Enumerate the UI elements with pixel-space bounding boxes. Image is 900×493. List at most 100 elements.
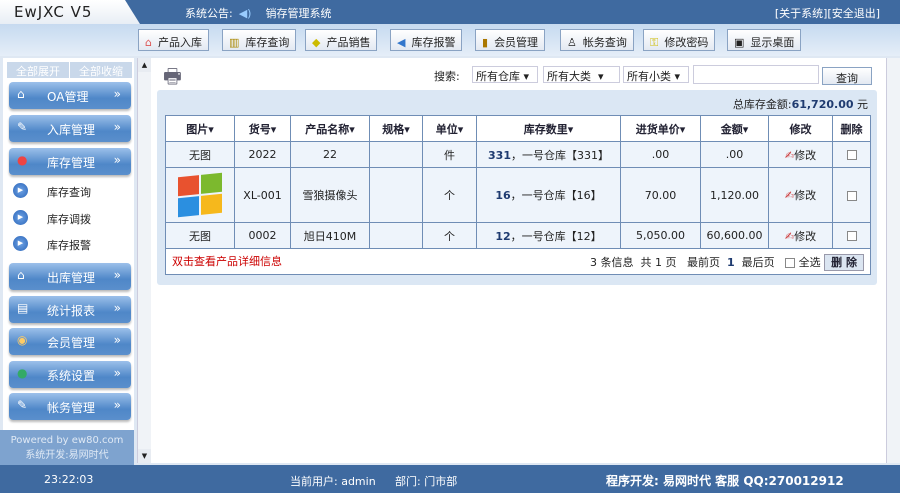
scroll-up-icon[interactable]: ▲ [138, 58, 151, 72]
cell-sku: XL-001 [234, 167, 291, 223]
col-sku[interactable]: 货号▾ [234, 115, 291, 142]
logout-link[interactable]: [安全退出] [827, 7, 880, 20]
powered-by: Powered by ew80.com [10, 435, 124, 446]
edit-link[interactable]: ✍修改 [768, 141, 833, 168]
collapse-all-button[interactable]: 全部收缩 [70, 62, 132, 78]
select-all-checkbox[interactable] [785, 258, 796, 268]
submenu-stock-transfer[interactable]: ▶ 库存调拨 [13, 208, 131, 228]
edit-link[interactable]: ✍修改 [768, 222, 833, 249]
table-row[interactable]: XL-001 雪狼摄像头个 16，一号仓库【16】 70.00 1,120.00 ✍修… [165, 167, 871, 223]
submenu-stock-query[interactable]: ▶ 库存查询 [13, 181, 131, 201]
submenu-label: 库存报警 [47, 239, 91, 252]
tb-desktop[interactable]: ▣ 显示桌面 [727, 29, 802, 51]
logo: EwJXC V5 [0, 0, 140, 24]
current-page[interactable]: 1 [727, 256, 735, 269]
col-delete: 删除 [832, 115, 871, 142]
table-row[interactable]: 无图 0002 旭日410M 个 12，一号仓库【12】 5,050.00 60,600.… [165, 222, 871, 249]
menu-reports[interactable]: ▤ 统计报表 » [9, 296, 131, 323]
cell-unit: 个 [422, 222, 477, 249]
delete-button[interactable]: 删 除 [824, 254, 864, 271]
col-amount[interactable]: 金额▾ [700, 115, 769, 142]
submenu-label: 库存查询 [47, 186, 91, 199]
total-unit: 元 [857, 98, 868, 111]
table-header: 图片▾ 货号▾ 产品名称▾ 规格▾ 单位▾ 库存数里▾ 进货单价▾ 金额▾ 修改… [165, 115, 871, 142]
select-all-label: 全选 [798, 256, 821, 269]
col-unit[interactable]: 单位▾ [422, 115, 477, 142]
expand-all-button[interactable]: 全部展开 [7, 62, 69, 78]
edit-link[interactable]: ✍修改 [768, 167, 833, 223]
tb-stock-alarm[interactable]: ◀ 库存报警 [390, 29, 463, 51]
col-edit: 修改 [768, 115, 833, 142]
menu-members[interactable]: ◉ 会员管理 » [9, 328, 131, 355]
menu-inventory[interactable]: ● 库存管理 » [9, 148, 131, 175]
tb-password[interactable]: ⚿ 修改密码 [643, 29, 716, 51]
status-bar: 23:22:03 当前用户: admin 部门: 门市部 程序开发: 易网时代 … [0, 465, 900, 493]
menu-label: 帐务管理 [47, 401, 96, 415]
speaker-icon: ◀) [238, 7, 252, 20]
menu-label: 出库管理 [47, 271, 96, 285]
clock: 23:22:03 [44, 473, 94, 486]
subcategory-value: 所有小类 [627, 70, 671, 83]
detail-hint: 双击查看产品详细信息 [172, 255, 282, 268]
delete-checkbox[interactable] [832, 167, 871, 223]
cell-stock: 12，一号仓库【12】 [476, 222, 621, 249]
notice: 系统公告: ◀) 销存管理系统 [185, 5, 331, 21]
bottle-icon: ♙ [567, 36, 577, 49]
chevron-right-icon: » [113, 301, 121, 315]
col-name[interactable]: 产品名称▾ [290, 115, 370, 142]
tb-product-sales[interactable]: ◆ 产品销售 [305, 29, 378, 51]
col-price[interactable]: 进货单价▾ [620, 115, 701, 142]
table-row[interactable]: 无图 2022 22 件 331，一号仓库【331】 .00.00 ✍修改 [165, 141, 871, 168]
current-user: 当前用户: admin [290, 475, 376, 488]
cell-image: 无图 [165, 222, 235, 249]
menu-stock-in[interactable]: ✎ 入库管理 » [9, 115, 131, 142]
windows-logo-image [178, 172, 222, 218]
book-icon: ▥ [229, 36, 240, 49]
subcategory-select[interactable]: 所有小类 ▾ [623, 66, 689, 83]
col-stock[interactable]: 库存数里▾ [476, 115, 621, 142]
tb-stock-query[interactable]: ▥ 库存查询 [222, 29, 297, 51]
query-button[interactable]: 查询 [822, 67, 872, 85]
search-label: 搜索: [434, 70, 460, 83]
cell-name: 22 [290, 141, 370, 168]
tb-product-in[interactable]: ⌂ 产品入库 [138, 29, 209, 51]
delete-checkbox[interactable] [832, 141, 871, 168]
last-page-link[interactable]: 最后页 [742, 256, 775, 269]
menu-accounts[interactable]: ✎ 帐务管理 » [9, 393, 131, 420]
cell-sku: 2022 [234, 141, 291, 168]
warehouse-value: 所有仓库 [476, 70, 520, 83]
cell-name: 雪狼摄像头 [290, 167, 370, 223]
col-spec[interactable]: 规格▾ [369, 115, 423, 142]
menu-oa[interactable]: ⌂ OA管理 » [9, 82, 131, 109]
main-scrollbar[interactable] [886, 58, 900, 463]
delete-checkbox[interactable] [832, 222, 871, 249]
warehouse-select[interactable]: 所有仓库 ▾ [472, 66, 538, 83]
notice-text: 销存管理系统 [265, 7, 332, 20]
cell-unit: 个 [422, 167, 477, 223]
first-page-link[interactable]: 最前页 [687, 256, 720, 269]
cell-price: 70.00 [620, 167, 701, 223]
chevron-right-icon: » [113, 366, 121, 380]
tb-accounts[interactable]: ♙ 帐务查询 [560, 29, 634, 51]
menu-settings[interactable]: ● 系统设置 » [9, 361, 131, 388]
chevron-right-icon: » [113, 120, 121, 134]
edit-icon: ✍ [784, 229, 795, 243]
submenu-label: 库存调拨 [47, 213, 91, 226]
keyword-input[interactable] [693, 65, 819, 84]
category-select[interactable]: 所有大类 ▾ [543, 66, 620, 83]
menu-label: 系统设置 [47, 369, 96, 383]
house-icon: ⌂ [17, 87, 25, 101]
cell-price: 5,050.00 [620, 222, 701, 249]
menu-stock-out[interactable]: ⌂ 出库管理 » [9, 263, 131, 290]
about-link[interactable]: [关于系统] [775, 7, 828, 20]
sidebar: 全部展开 全部收缩 ⌂ OA管理 » ✎ 入库管理 » ● 库存管理 » ▶ 库存查询 ▶ 库存… [3, 58, 134, 463]
submenu-stock-alarm[interactable]: ▶ 库存报警 [13, 234, 131, 254]
sidebar-scrollbar[interactable]: ▲ ▼ [137, 58, 151, 463]
tb-member[interactable]: ▮ 会员管理 [475, 29, 546, 51]
col-image[interactable]: 图片▾ [165, 115, 235, 142]
tb-label: 会员管理 [494, 36, 539, 49]
record-count: 3 条信息 [590, 256, 634, 269]
scroll-down-icon[interactable]: ▼ [138, 449, 151, 463]
tb-label: 库存查询 [245, 36, 290, 49]
cell-spec [369, 141, 423, 168]
